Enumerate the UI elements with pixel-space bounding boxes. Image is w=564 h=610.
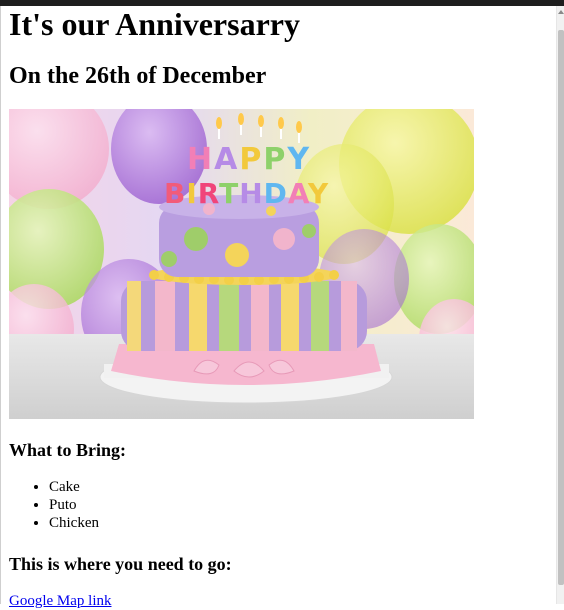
happy-candles-text: HAPPY [187,142,311,177]
google-map-link[interactable]: Google Map link [9,592,112,610]
list-item: Chicken [49,514,99,532]
where-to-go-heading: This is where you need to go: [9,554,232,574]
scroll-up-arrow-icon[interactable] [558,10,564,14]
vertical-scrollbar[interactable] [556,6,564,604]
what-to-bring-heading: What to Bring: [9,440,126,460]
birthday-cake-photo: HAPPY BIRTHDAY [9,109,474,419]
page-title: It's our Anniversarry [9,6,300,42]
list-item: Puto [49,496,99,514]
window-left-edge [0,6,1,604]
scroll-thumb[interactable] [558,30,564,585]
list-item: Cake [49,478,99,496]
bring-items-list: Cake Puto Chicken [9,478,99,532]
birthday-candles-text: BIRTHDAY [164,177,329,210]
date-heading: On the 26th of December [9,63,267,89]
